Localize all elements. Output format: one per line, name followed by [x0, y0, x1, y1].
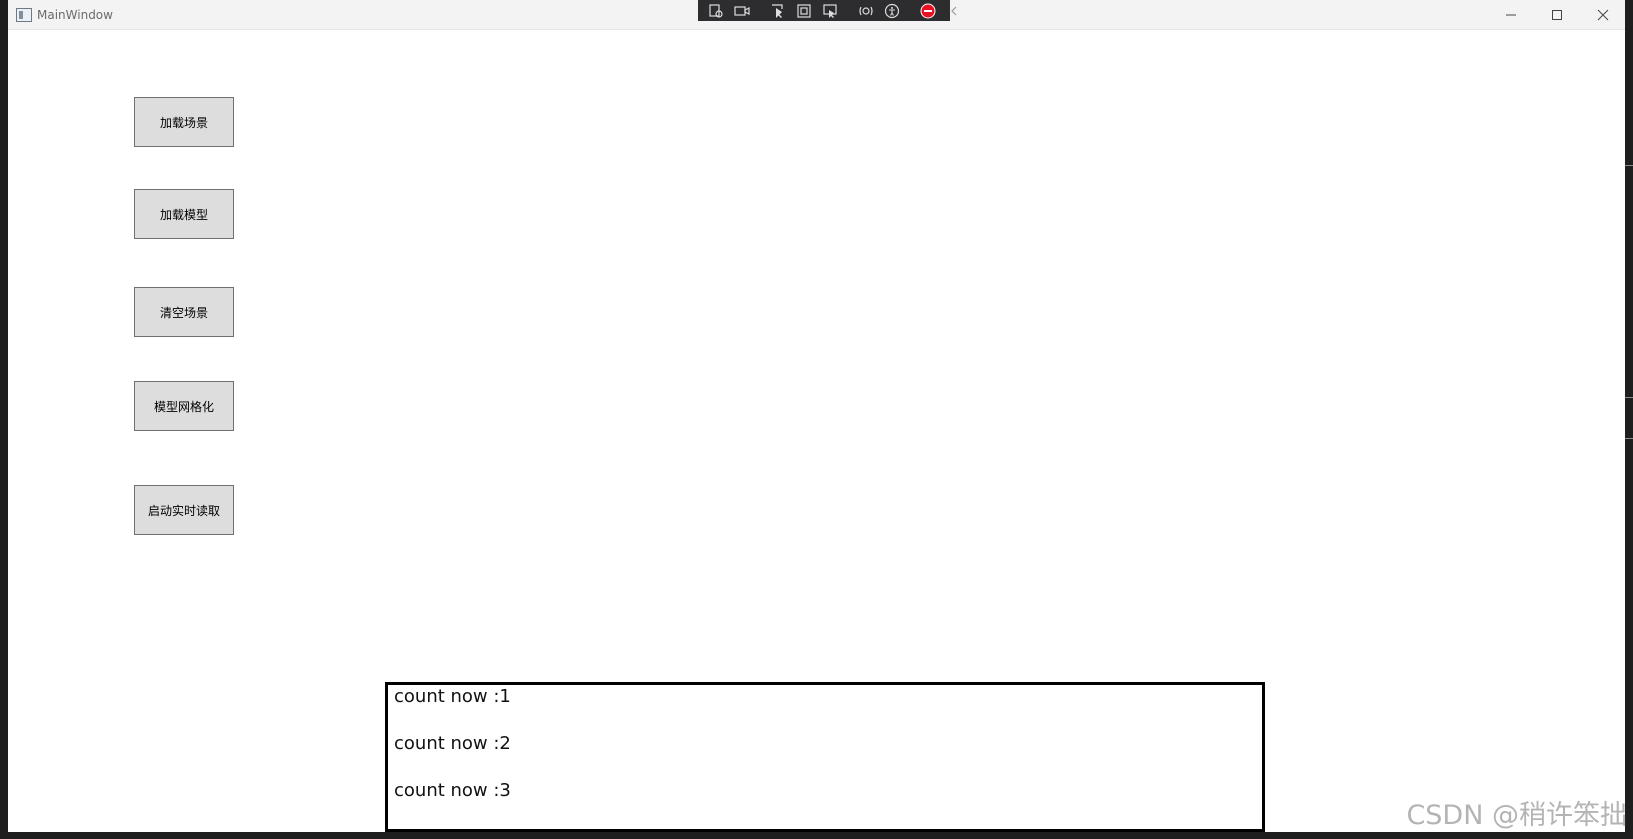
- clear-scene-button[interactable]: 清空场景: [134, 287, 234, 337]
- maximize-icon: [1552, 10, 1562, 20]
- app-window-icon: [16, 8, 32, 22]
- window-title: MainWindow: [37, 8, 113, 22]
- load-scene-button[interactable]: 加载场景: [134, 97, 234, 147]
- scroll-marker: [1625, 165, 1633, 166]
- live-visual-tree-icon[interactable]: [708, 3, 724, 19]
- collapse-icon[interactable]: [946, 3, 962, 19]
- scroll-marker: [1625, 438, 1633, 439]
- log-line: count now :1: [394, 686, 511, 707]
- main-window: MainWindow 加载场景 加载模型 清空场景 模型网格化 启动实时读取 c…: [8, 0, 1625, 832]
- select-element-icon[interactable]: [770, 3, 786, 19]
- minimize-button[interactable]: [1488, 0, 1534, 30]
- binding-failures-icon[interactable]: [920, 3, 936, 19]
- title-bar[interactable]: MainWindow: [8, 0, 1625, 30]
- track-focus-icon[interactable]: [822, 3, 838, 19]
- mesh-model-button[interactable]: 模型网格化: [134, 381, 234, 431]
- hot-reload-icon[interactable]: [858, 3, 874, 19]
- background-status-bar: [0, 832, 1633, 839]
- maximize-button[interactable]: [1534, 0, 1580, 30]
- minimize-icon: [1506, 14, 1516, 16]
- log-line: count now :3: [394, 780, 511, 801]
- scroll-marker: [1625, 397, 1633, 398]
- display-layout-adorners-icon[interactable]: [796, 3, 812, 19]
- record-icon[interactable]: [734, 3, 750, 19]
- accessibility-icon[interactable]: [884, 3, 900, 19]
- load-model-button[interactable]: 加载模型: [134, 189, 234, 239]
- background-editor-strip: [1625, 0, 1633, 832]
- log-line: count now :2: [394, 733, 511, 754]
- close-button[interactable]: [1580, 0, 1626, 30]
- log-output-box[interactable]: count now :1 count now :2 count now :3: [385, 682, 1265, 832]
- xaml-debug-toolbar: [698, 0, 957, 21]
- start-realtime-read-button[interactable]: 启动实时读取: [134, 485, 234, 535]
- watermark-text: CSDN @稍许笨拙: [1406, 800, 1627, 831]
- close-icon: [1597, 9, 1609, 21]
